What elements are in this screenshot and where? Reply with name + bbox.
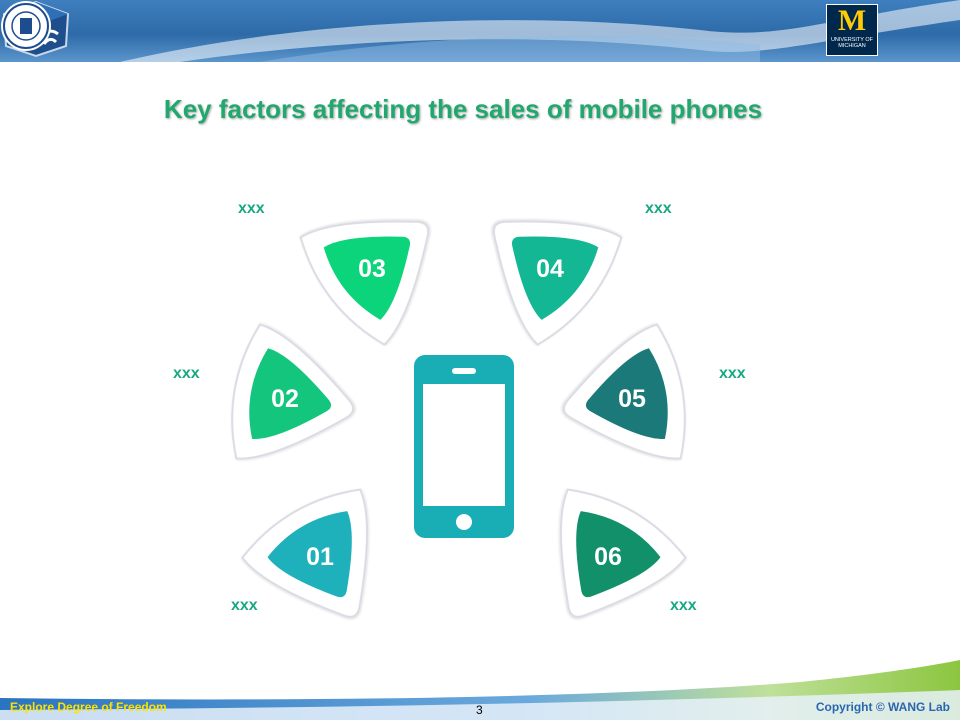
factor-02-label: xxx	[173, 365, 200, 382]
smartphone-icon	[414, 355, 514, 538]
factor-02-number: 02	[271, 385, 299, 413]
factor-06-label: xxx	[670, 597, 697, 614]
page-number: 3	[476, 703, 483, 717]
factor-01-petal: 01	[241, 488, 369, 618]
factor-03-label: xxx	[238, 200, 265, 217]
factor-04-petal: 04	[492, 220, 623, 346]
factors-diagram: 01 02 03 04 05 06	[231, 220, 687, 618]
factor-02-petal: 02	[231, 323, 355, 460]
factor-04-label: xxx	[645, 200, 672, 217]
factor-05-petal: 05	[562, 323, 686, 460]
footer-right-text: Copyright © WANG Lab	[815, 700, 950, 714]
factor-01-label: xxx	[231, 597, 258, 614]
factor-04-number: 04	[536, 255, 564, 283]
factor-03-number: 03	[358, 255, 386, 283]
factor-06-number: 06	[594, 543, 622, 571]
footer-left-text: Explore Degree of Freedom	[10, 700, 167, 714]
factor-05-label: xxx	[719, 365, 746, 382]
factor-06-petal: 06	[559, 488, 687, 618]
factor-01-number: 01	[306, 543, 334, 571]
factor-05-number: 05	[618, 385, 646, 413]
factor-03-petal: 03	[299, 220, 430, 346]
